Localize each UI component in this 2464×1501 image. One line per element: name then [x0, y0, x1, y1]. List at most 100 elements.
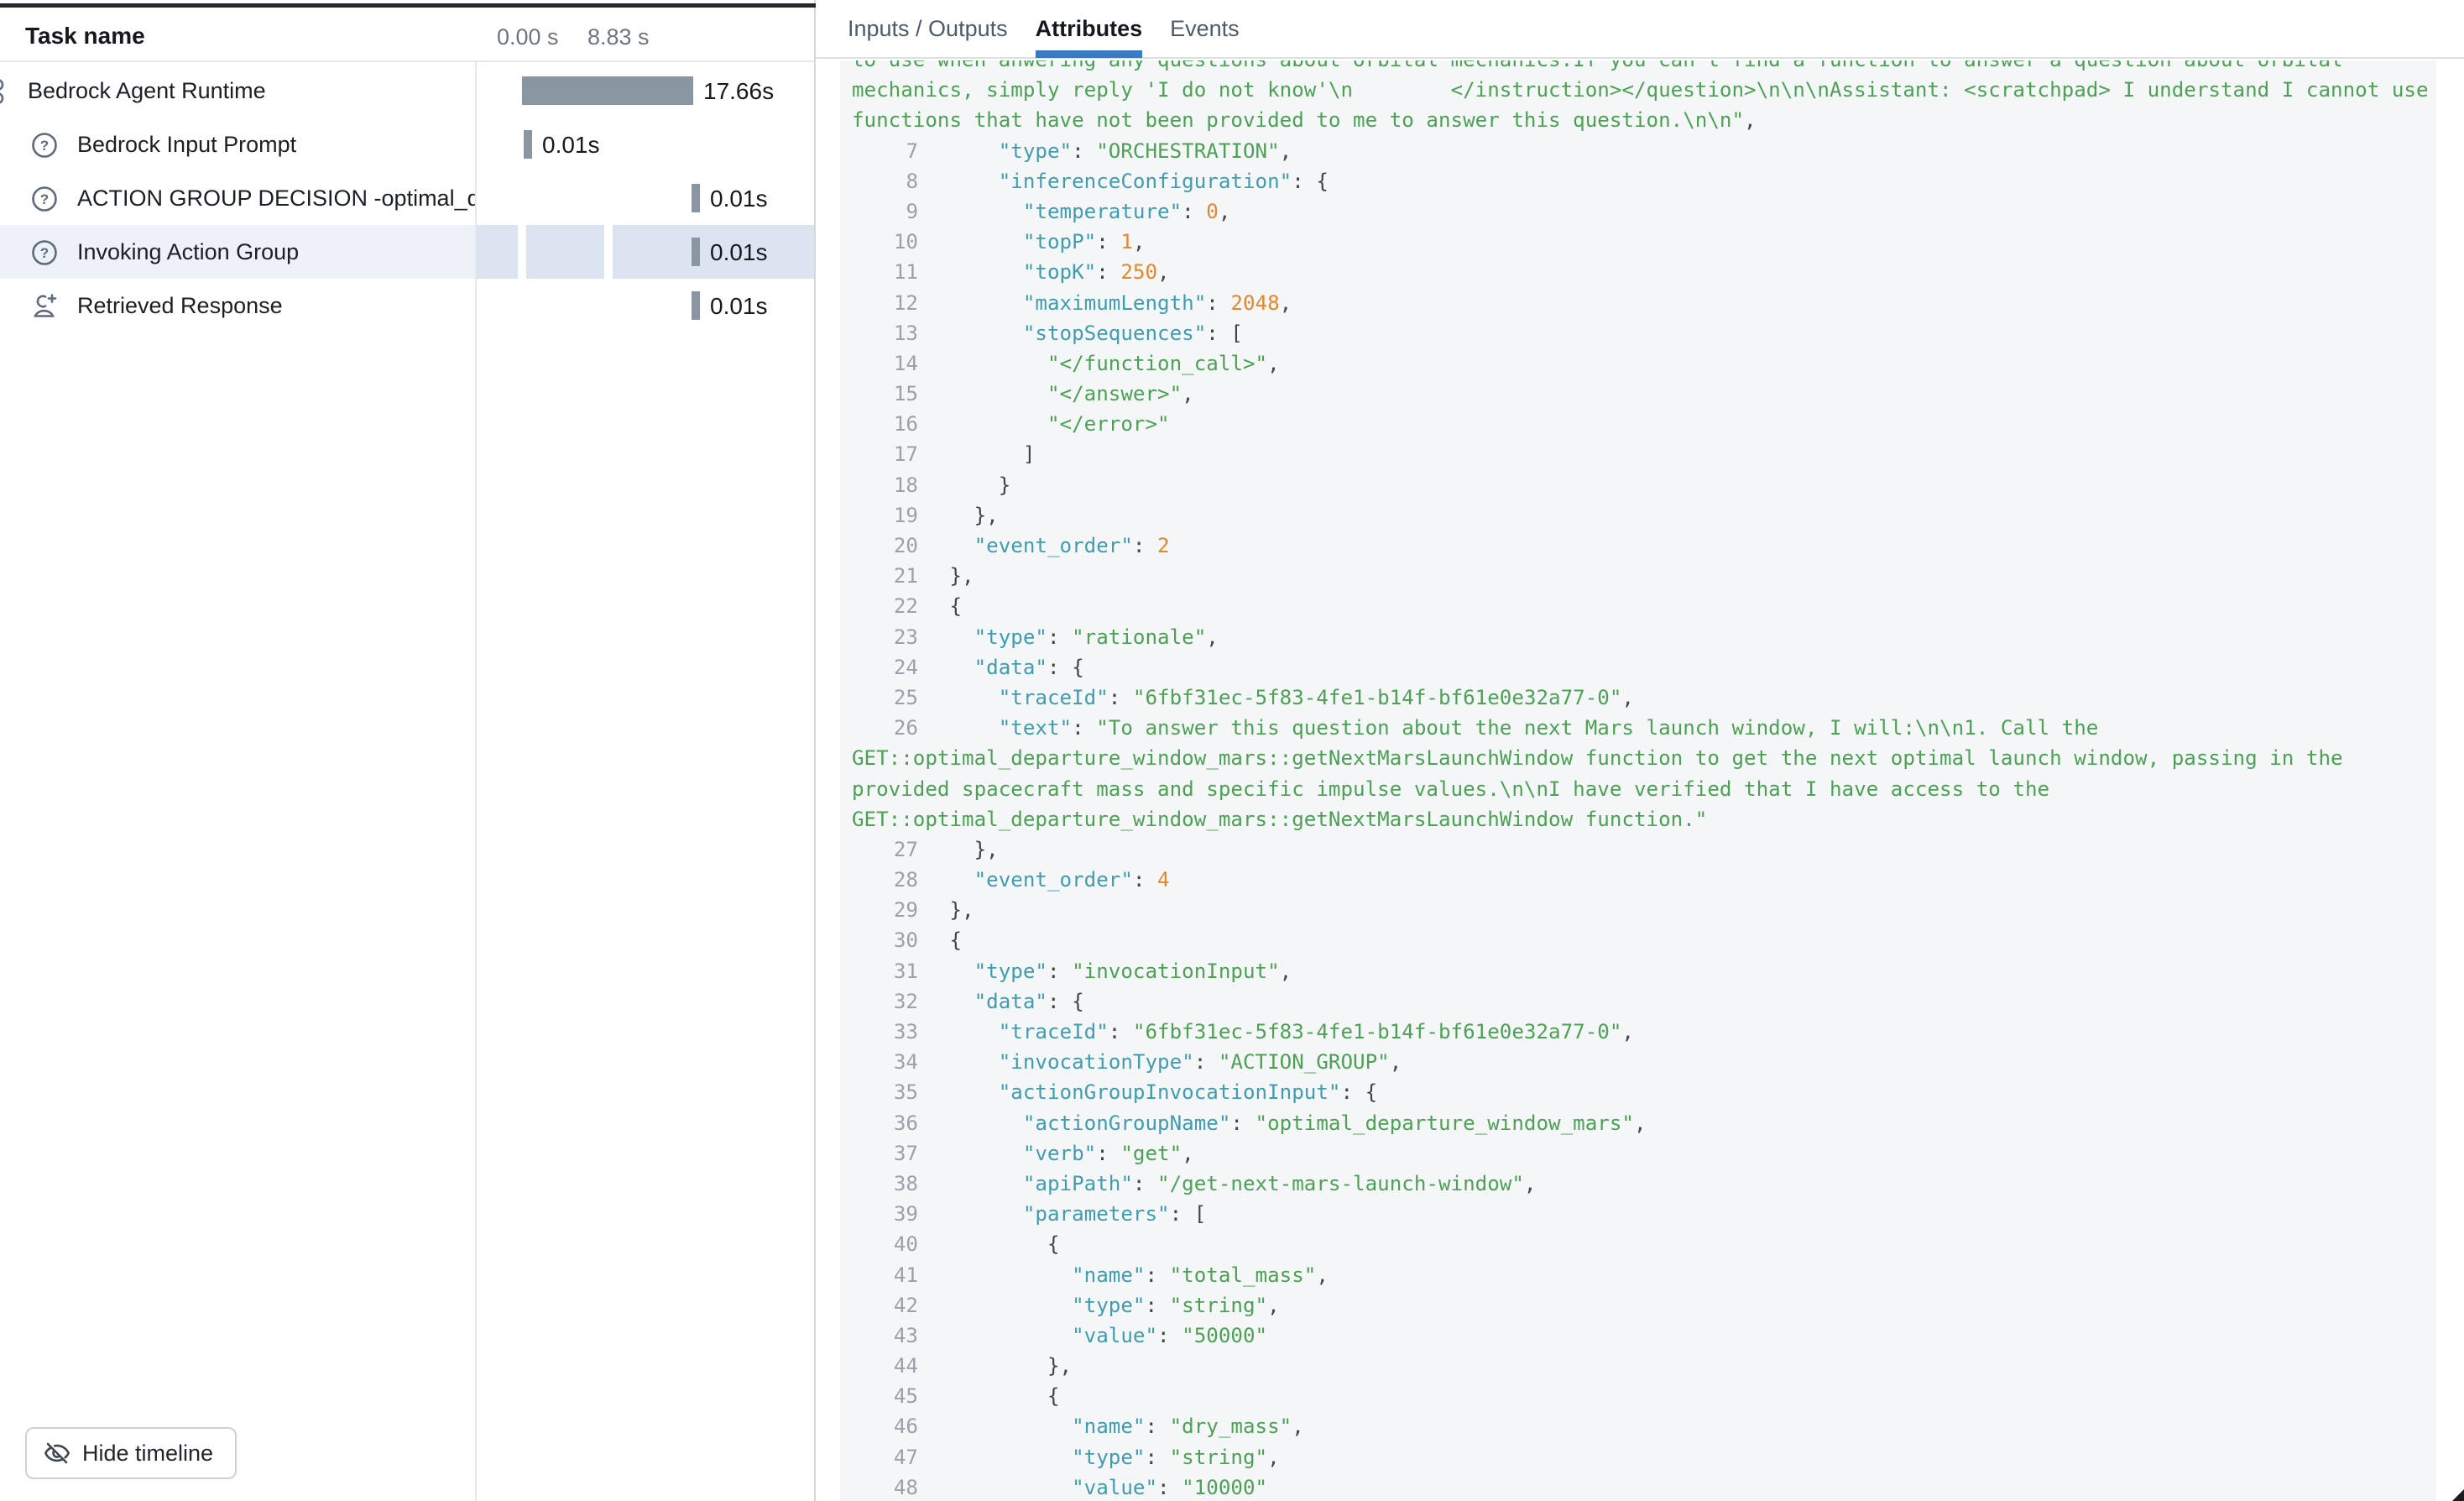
hide-timeline-label: Hide timeline — [82, 1441, 213, 1467]
panel-divider[interactable] — [814, 0, 816, 1501]
json-key: "type" — [999, 139, 1072, 163]
code-line-29: 29}, — [852, 895, 2436, 925]
tab-events[interactable]: Events — [1170, 0, 1240, 58]
code-line-46: 46"name": "dry_mass", — [852, 1411, 2436, 1441]
code-line-27: 27}, — [852, 834, 2436, 865]
attributes-json-viewer[interactable]: to use when anwering any questions about… — [840, 60, 2436, 1501]
line-number: 41 — [852, 1260, 918, 1290]
duration-bar — [692, 291, 700, 320]
json-punctuation: , — [1267, 352, 1280, 375]
json-key: "type" — [974, 625, 1047, 649]
selected-timeline-segment — [477, 225, 518, 279]
json-key: "verb" — [1023, 1142, 1096, 1165]
line-number: 46 — [852, 1411, 918, 1441]
line-number: 27 — [852, 834, 918, 865]
task-row-action-group-decision-optimal-de[interactable]: ?ACTION GROUP DECISION -optimal_de0.01s — [0, 171, 814, 225]
timeline-tick-start: 0.00 s — [497, 24, 559, 50]
code-line-21: 21}, — [852, 561, 2436, 591]
json-key: "value" — [1072, 1324, 1157, 1347]
code-line-43: 43"value": "50000" — [852, 1321, 2436, 1351]
json-string: "dry_mass" — [1170, 1415, 1292, 1438]
task-row-bedrock-agent-runtime[interactable]: Bedrock Agent Runtime17.66s — [0, 64, 814, 118]
json-punctuation: { — [1047, 1384, 1060, 1408]
line-number: 30 — [852, 925, 918, 955]
json-string: "get" — [1120, 1142, 1182, 1165]
duration-label: 0.01s — [542, 132, 600, 159]
json-key: "type" — [1072, 1294, 1145, 1317]
code-line-15: 15"</answer>", — [852, 379, 2436, 409]
json-string: "rationale" — [1072, 625, 1206, 649]
code-line-48: 48"value": "10000" — [852, 1472, 2436, 1501]
code-line-12: 12"maximumLength": 2048, — [852, 288, 2436, 318]
tab-inputs-outputs[interactable]: Inputs / Outputs — [848, 0, 1008, 58]
line-number: 34 — [852, 1047, 918, 1077]
json-punctuation: : { — [1292, 170, 1329, 193]
code-line-7: 7"type": "ORCHESTRATION", — [852, 136, 2436, 166]
task-row-list: Bedrock Agent Runtime17.66s?Bedrock Inpu… — [0, 64, 814, 332]
code-line-32: 32"data": { — [852, 986, 2436, 1017]
task-row-bedrock-input-prompt[interactable]: ?Bedrock Input Prompt0.01s — [0, 118, 814, 171]
json-key: "actionGroupInvocationInput" — [999, 1080, 1341, 1104]
line-number: 22 — [852, 591, 918, 621]
json-punctuation: , — [1182, 382, 1194, 405]
task-timeline-panel: Task name 0.00 s 8.83 s Bedrock Agent Ru… — [0, 0, 816, 1501]
line-number: 17 — [852, 439, 918, 469]
tab-attributes[interactable]: Attributes — [1036, 0, 1143, 58]
task-row-retrieved-response[interactable]: Retrieved Response0.01s — [0, 279, 814, 332]
task-label: Bedrock Input Prompt — [77, 132, 296, 158]
duration-label: 0.01s — [710, 186, 768, 212]
code-line-30: 30{ — [852, 925, 2436, 955]
timeline-cell: 17.66s — [477, 64, 814, 118]
window-resize-corner — [2452, 1489, 2464, 1501]
json-punctuation: : — [1182, 200, 1206, 223]
details-tab-bar: Inputs / Outputs Attributes Events — [816, 0, 2464, 59]
json-code-block: to use when anwering any questions about… — [852, 60, 2436, 1501]
json-punctuation: , — [1390, 1050, 1402, 1074]
task-row-invoking-action-group[interactable]: ?Invoking Action Group0.01s — [0, 225, 814, 279]
line-number: 23 — [852, 622, 918, 652]
json-number: 1 — [1120, 230, 1133, 254]
json-punctuation: : — [1109, 1020, 1133, 1043]
duration-bar — [522, 76, 693, 105]
left-panel-top-border — [0, 3, 816, 8]
json-punctuation: , — [1316, 1263, 1329, 1287]
json-string: mechanics, simply reply 'I do not know'\… — [852, 78, 2429, 102]
task-name-cell: ?Invoking Action Group — [0, 225, 475, 279]
json-key: "traceId" — [999, 686, 1109, 709]
line-number: 8 — [852, 166, 918, 196]
code-line-40: 40{ — [852, 1229, 2436, 1259]
json-number: 2 — [1157, 534, 1170, 557]
code-line-20: 20"event_order": 2 — [852, 531, 2436, 561]
timeline-cell: 0.01s — [477, 118, 814, 171]
line-number: 38 — [852, 1169, 918, 1199]
json-string: "total_mass" — [1170, 1263, 1317, 1287]
json-punctuation: , — [1280, 291, 1292, 315]
json-punctuation: : — [1072, 139, 1096, 163]
code-line-31: 31"type": "invocationInput", — [852, 956, 2436, 986]
json-punctuation: , — [1621, 686, 1634, 709]
json-punctuation: ] — [1023, 442, 1036, 466]
code-line-33: 33"traceId": "6fbf31ec-5f83-4fe1-b14f-bf… — [852, 1017, 2436, 1047]
json-punctuation: , — [1182, 1142, 1194, 1165]
duration-label: 0.01s — [710, 293, 768, 320]
eye-off-icon — [44, 1440, 70, 1467]
agent-nodes-icon — [0, 77, 12, 106]
json-key: "type" — [974, 960, 1047, 983]
line-number: 35 — [852, 1077, 918, 1107]
json-number: 250 — [1120, 260, 1157, 284]
json-key: "data" — [974, 990, 1047, 1013]
hide-timeline-button[interactable]: Hide timeline — [25, 1427, 237, 1479]
json-punctuation: { — [1047, 1232, 1060, 1256]
json-punctuation: : { — [1340, 1080, 1377, 1104]
code-line-11: 11"topK": 250, — [852, 257, 2436, 287]
json-key: "event_order" — [974, 868, 1133, 892]
json-string: "string" — [1170, 1294, 1268, 1317]
json-key: "actionGroupName" — [1023, 1111, 1231, 1135]
task-list-header: Task name 0.00 s 8.83 s — [0, 8, 814, 62]
code-line-wrap: provided spacecraft mass and specific im… — [852, 774, 2436, 804]
json-punctuation: : — [1096, 1142, 1120, 1165]
json-punctuation: , — [1219, 200, 1231, 223]
json-key: "type" — [1072, 1446, 1145, 1469]
json-number: 4 — [1157, 868, 1170, 892]
json-punctuation: : — [1145, 1446, 1169, 1469]
